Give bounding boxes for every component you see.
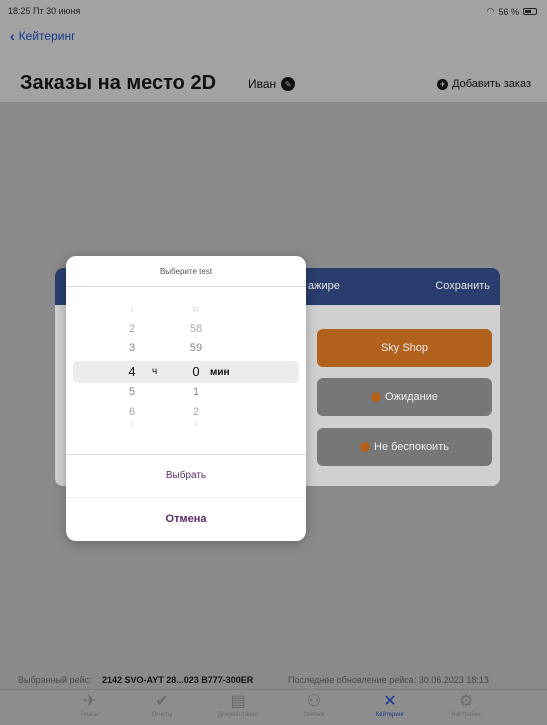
tab-reports[interactable]: ✔ Отчеты bbox=[132, 693, 192, 718]
tab-flights[interactable]: ✈ Рейсы bbox=[60, 693, 120, 718]
status-bar: 18:25 Пт 30 июня ◠ 56 % bbox=[0, 0, 547, 22]
sky-shop-label: Sky Shop bbox=[380, 342, 429, 354]
tab-label: Документация bbox=[218, 712, 258, 718]
user-edit-button[interactable]: Иван ✎ bbox=[248, 77, 296, 91]
tab-bar: ✈ Рейсы ✔ Отчеты ▤ Документация ⚇ Экипаж… bbox=[0, 689, 547, 725]
save-button[interactable]: Сохранить bbox=[435, 280, 490, 292]
document-icon: ▤ bbox=[230, 693, 246, 710]
divider bbox=[66, 454, 306, 455]
battery-percent: 56 % bbox=[498, 6, 519, 17]
do-not-disturb-label: Не беспокоить bbox=[374, 441, 449, 453]
flight-info-bar: Выбранный рейс: 2142 SVO-AYT 28...023 B7… bbox=[0, 671, 547, 689]
tab-catering[interactable]: ✕ Кейтеринг bbox=[360, 693, 420, 718]
minute-option[interactable]: 58 bbox=[166, 323, 226, 335]
plus-circle-icon: + bbox=[437, 78, 449, 90]
tab-documentation[interactable]: ▤ Документация bbox=[208, 693, 268, 718]
minute-option[interactable]: 59 bbox=[166, 342, 226, 354]
tab-label: Отчеты bbox=[151, 712, 173, 718]
hour-option[interactable]: 5 bbox=[102, 386, 162, 398]
minute-option[interactable]: 2 bbox=[166, 406, 226, 418]
cancel-button[interactable]: Отмена bbox=[66, 513, 306, 525]
hour-option[interactable]: 1 bbox=[102, 308, 162, 314]
tab-label: Кейтеринг bbox=[375, 712, 405, 718]
card-header-title: ажире bbox=[308, 280, 340, 292]
flight-value: 2142 SVO-AYT 28...023 B777-300ER bbox=[102, 675, 254, 685]
sky-shop-button[interactable]: Sky Shop bbox=[317, 329, 492, 367]
minute-option[interactable]: 3 bbox=[166, 422, 226, 428]
back-label: Кейтеринг bbox=[18, 29, 76, 43]
hour-option[interactable]: 7 bbox=[102, 422, 162, 428]
chevron-left-icon: ‹ bbox=[10, 28, 15, 44]
check-circle-icon: ✔ bbox=[155, 693, 169, 710]
minute-option[interactable]: 1 bbox=[166, 386, 226, 398]
wifi-icon: ◠ bbox=[486, 6, 495, 16]
hour-option[interactable]: 6 bbox=[102, 406, 162, 418]
last-update: Последнее обновление рейса: 30.06.2023 1… bbox=[288, 675, 489, 685]
tab-label: Экипаж bbox=[303, 712, 325, 718]
status-right: ◠ 56 % bbox=[487, 6, 537, 17]
minute-option[interactable]: 57 bbox=[166, 308, 226, 314]
crew-icon: ⚇ bbox=[306, 693, 322, 710]
add-order-button[interactable]: + Добавить заказ bbox=[437, 78, 531, 90]
user-name: Иван bbox=[248, 77, 277, 91]
tab-settings[interactable]: ⚙ Настройки bbox=[436, 693, 496, 718]
settings-icon: ⚙ bbox=[458, 693, 474, 710]
tab-label: Настройки bbox=[451, 712, 481, 718]
status-dot-icon bbox=[360, 442, 371, 452]
plane-icon: ✈ bbox=[83, 693, 97, 710]
back-button[interactable]: ‹ Кейтеринг bbox=[10, 28, 75, 44]
navigation-bar: ‹ Кейтеринг Заказы на место 2D Иван ✎ + … bbox=[0, 22, 547, 102]
utensils-icon: ✕ bbox=[383, 693, 397, 710]
status-dot-icon bbox=[371, 392, 382, 402]
minute-unit: мин bbox=[210, 367, 230, 378]
waiting-button[interactable]: Ожидание bbox=[317, 378, 492, 416]
hour-option[interactable]: 2 bbox=[102, 323, 162, 335]
pencil-icon: ✎ bbox=[281, 77, 296, 91]
waiting-label: Ожидание bbox=[385, 391, 438, 403]
divider bbox=[66, 286, 306, 287]
page-title: Заказы на место 2D bbox=[20, 72, 217, 94]
battery-icon bbox=[523, 8, 537, 15]
do-not-disturb-button[interactable]: Не беспокоить bbox=[317, 428, 492, 466]
status-time: 18:25 Пт 30 июня bbox=[8, 6, 81, 16]
hour-unit: ч bbox=[152, 366, 158, 377]
flight-label: Выбранный рейс: bbox=[18, 675, 92, 685]
tab-crew[interactable]: ⚇ Экипаж bbox=[284, 693, 344, 718]
hour-option[interactable]: 3 bbox=[102, 342, 162, 354]
divider bbox=[66, 497, 306, 498]
choose-button[interactable]: Выбрать bbox=[66, 470, 306, 481]
time-picker-popover: Выберите test 1 2 3 4 5 6 7 ч 57 58 59 0… bbox=[66, 256, 306, 541]
add-order-label: Добавить заказ bbox=[452, 78, 531, 90]
tab-label: Рейсы bbox=[81, 712, 99, 718]
picker-title: Выберите test bbox=[159, 267, 213, 276]
